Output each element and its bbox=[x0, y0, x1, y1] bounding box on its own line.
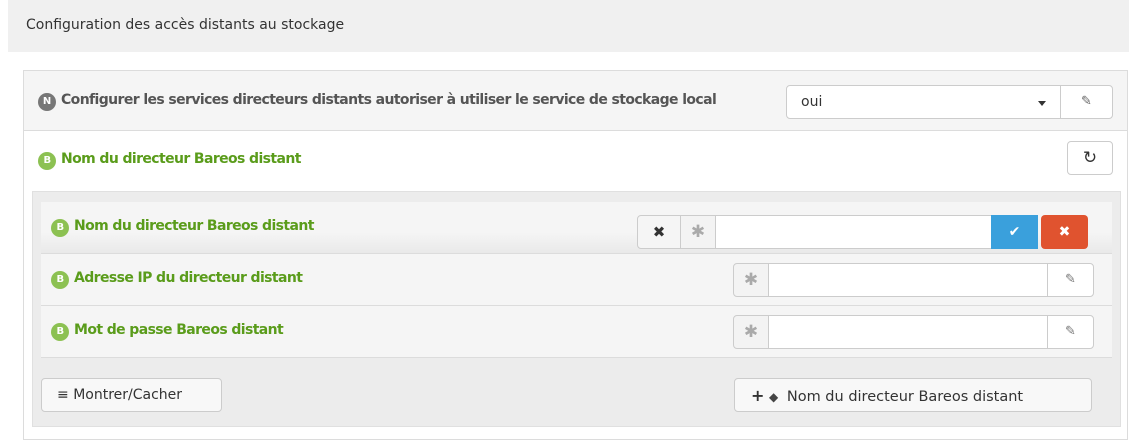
check-icon: ✔ bbox=[1008, 224, 1021, 240]
add-director-label: Nom du directeur Bareos distant bbox=[786, 389, 1024, 405]
required-asterisk: ✱ bbox=[733, 263, 769, 297]
mode-badge-n: N bbox=[38, 93, 56, 111]
close-icon: ✖ bbox=[1058, 224, 1071, 240]
reset-icon: ↻ bbox=[1082, 148, 1098, 168]
select-value: oui bbox=[801, 94, 823, 110]
mode-badge-b: B bbox=[51, 323, 69, 341]
caret-down-icon bbox=[1038, 101, 1046, 106]
remove-button[interactable]: ✖ bbox=[1041, 215, 1088, 249]
confirm-button[interactable]: ✔ bbox=[991, 215, 1038, 249]
director-group-panel: B Nom du directeur Bareos distant ✖ ✱ ✔ ✖… bbox=[32, 191, 1121, 427]
edit-button[interactable]: ✎ bbox=[1060, 85, 1113, 119]
mode-badge-b: B bbox=[38, 152, 56, 170]
asterisk-icon: ✱ bbox=[743, 322, 759, 342]
edit-button[interactable]: ✎ bbox=[1047, 315, 1094, 349]
menu-icon: ≡ bbox=[57, 387, 69, 403]
edit-button[interactable]: ✎ bbox=[1047, 263, 1094, 297]
remote-directors-label: N Configurer les services directeurs dist… bbox=[38, 92, 717, 111]
required-asterisk: ✱ bbox=[733, 315, 769, 349]
edit-icon: ✎ bbox=[1065, 272, 1076, 287]
add-director-button[interactable]: + ◆ Nom du directeur Bareos distant bbox=[734, 378, 1092, 412]
clear-button[interactable]: ✖ bbox=[637, 215, 681, 249]
show-hide-button[interactable]: ≡ Montrer/Cacher bbox=[41, 378, 222, 412]
remote-directors-row: N Configurer les services directeurs dist… bbox=[24, 71, 1127, 131]
director-ip-input[interactable] bbox=[768, 263, 1048, 297]
director-password-row: B Mot de passe Bareos distant ✱ ✎ bbox=[41, 306, 1112, 358]
tag-icon: ◆ bbox=[769, 390, 779, 404]
director-name-input[interactable] bbox=[715, 215, 992, 249]
clear-icon: ✖ bbox=[652, 223, 666, 241]
plus-icon: + bbox=[751, 386, 765, 405]
director-name-row: B Nom du directeur Bareos distant ✖ ✱ ✔ ✖ bbox=[41, 202, 1112, 254]
show-hide-label: Montrer/Cacher bbox=[73, 387, 183, 403]
director-name-label: B Nom du directeur Bareos distant bbox=[51, 218, 314, 237]
section-title: Configuration des accès distants au stoc… bbox=[26, 17, 345, 33]
config-panel: N Configurer les services directeurs dist… bbox=[23, 70, 1128, 440]
director-ip-row: B Adresse IP du directeur distant ✱ ✎ bbox=[41, 254, 1112, 306]
director-password-label: B Mot de passe Bareos distant bbox=[51, 322, 284, 341]
asterisk-icon: ✱ bbox=[743, 270, 759, 290]
reset-button[interactable]: ↻ bbox=[1067, 141, 1113, 175]
mode-badge-b: B bbox=[51, 219, 69, 237]
director-password-input[interactable] bbox=[768, 315, 1048, 349]
group-label: B Nom du directeur Bareos distant bbox=[38, 151, 301, 170]
director-ip-label: B Adresse IP du directeur distant bbox=[51, 270, 303, 289]
required-asterisk: ✱ bbox=[680, 215, 716, 249]
remote-directors-select[interactable]: oui bbox=[786, 85, 1061, 119]
asterisk-icon: ✱ bbox=[690, 222, 706, 242]
edit-icon: ✎ bbox=[1065, 324, 1076, 339]
mode-badge-b: B bbox=[51, 271, 69, 289]
section-header: Configuration des accès distants au stoc… bbox=[8, 0, 1129, 52]
edit-icon: ✎ bbox=[1081, 94, 1092, 109]
